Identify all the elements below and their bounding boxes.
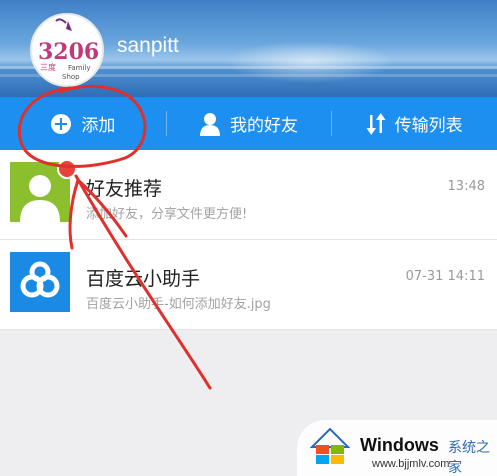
person-icon bbox=[200, 112, 220, 136]
message-title: 百度云小助手 bbox=[86, 268, 201, 290]
logo-family: Family bbox=[68, 64, 91, 72]
avatar[interactable]: 3206 三度 Family Shop bbox=[30, 13, 104, 87]
logo-shop: Shop bbox=[62, 73, 80, 81]
plus-circle-icon bbox=[51, 113, 72, 134]
transfer-arrows-icon bbox=[366, 112, 386, 135]
logo-number: 3206 bbox=[38, 39, 99, 65]
message-title: 好友推荐 bbox=[86, 178, 163, 200]
unread-badge bbox=[57, 159, 77, 179]
tab-my-friends[interactable]: 我的好友 bbox=[165, 97, 332, 150]
tab-label: 我的好友 bbox=[230, 116, 298, 136]
watermark-url: www.bjjmlv.com bbox=[372, 458, 450, 470]
tab-bar: 添加 我的好友 传输列表 bbox=[0, 97, 497, 150]
message-list: 好友推荐 添加好友，分享文件更方便! 13:48 百度云小助手 百度云小助手-如… bbox=[0, 150, 497, 330]
message-time: 13:48 bbox=[447, 179, 485, 194]
profile-banner: 3206 三度 Family Shop sanpitt bbox=[0, 0, 497, 97]
message-subtitle: 添加好友，分享文件更方便! bbox=[86, 207, 248, 222]
watermark-brand-cn: 系统之家 bbox=[448, 440, 490, 476]
message-time: 07-31 14:11 bbox=[405, 269, 485, 284]
tab-transfer-list[interactable]: 传输列表 bbox=[331, 97, 497, 150]
tab-label: 传输列表 bbox=[394, 116, 463, 136]
tab-label: 添加 bbox=[81, 116, 116, 136]
list-item[interactable]: 百度云小助手 百度云小助手-如何添加好友.jpg 07-31 14:11 bbox=[0, 240, 497, 330]
message-subtitle: 百度云小助手-如何添加好友.jpg bbox=[86, 297, 271, 312]
logo-cn: 三度 bbox=[40, 62, 56, 72]
watermark-brand: Windows bbox=[360, 435, 439, 455]
tab-add[interactable]: 添加 bbox=[0, 97, 166, 150]
windows-logo-icon bbox=[309, 427, 351, 464]
baidu-cloud-icon bbox=[10, 252, 70, 312]
username[interactable]: sanpitt bbox=[117, 34, 179, 58]
